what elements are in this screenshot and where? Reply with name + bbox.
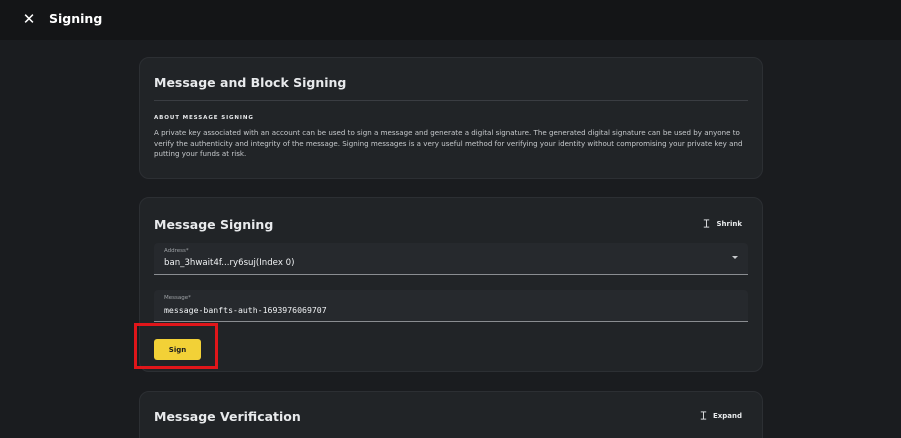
expand-button[interactable]: Expand — [699, 411, 742, 420]
about-card: Message and Block Signing ABOUT MESSAGE … — [139, 57, 763, 179]
message-field[interactable]: Message* message-banfts-auth-16939760697… — [154, 290, 748, 322]
address-value: ban_3hwait4f...ry6suj(Index 0) — [164, 258, 295, 268]
expand-icon — [700, 411, 707, 420]
about-card-title: Message and Block Signing — [154, 75, 347, 90]
message-signing-card: Message Signing Shrink Address* ban_3hwa… — [139, 197, 763, 372]
about-description: A private key associated with an account… — [154, 128, 743, 158]
signing-card-title: Message Signing — [154, 217, 274, 232]
sign-button[interactable]: Sign — [154, 339, 201, 360]
close-icon[interactable]: ✕ — [20, 10, 38, 28]
address-label: Address* — [164, 248, 189, 254]
verification-card-title: Message Verification — [154, 409, 301, 424]
message-verification-card: Message Verification Expand — [139, 391, 763, 438]
shrink-button[interactable]: Shrink — [702, 219, 742, 228]
page-title: Signing — [49, 11, 103, 26]
message-value[interactable]: message-banfts-auth-1693976069707 — [164, 305, 327, 315]
expand-label: Expand — [712, 411, 742, 420]
chevron-down-icon — [732, 256, 738, 259]
divider — [154, 100, 748, 101]
shrink-icon — [704, 219, 710, 228]
message-label: Message* — [164, 295, 191, 301]
about-section-label: ABOUT MESSAGE SIGNING — [154, 115, 254, 121]
address-select[interactable]: Address* ban_3hwait4f...ry6suj(Index 0) — [154, 243, 748, 275]
shrink-label: Shrink — [716, 219, 742, 228]
top-bar: ✕ Signing — [0, 0, 901, 40]
